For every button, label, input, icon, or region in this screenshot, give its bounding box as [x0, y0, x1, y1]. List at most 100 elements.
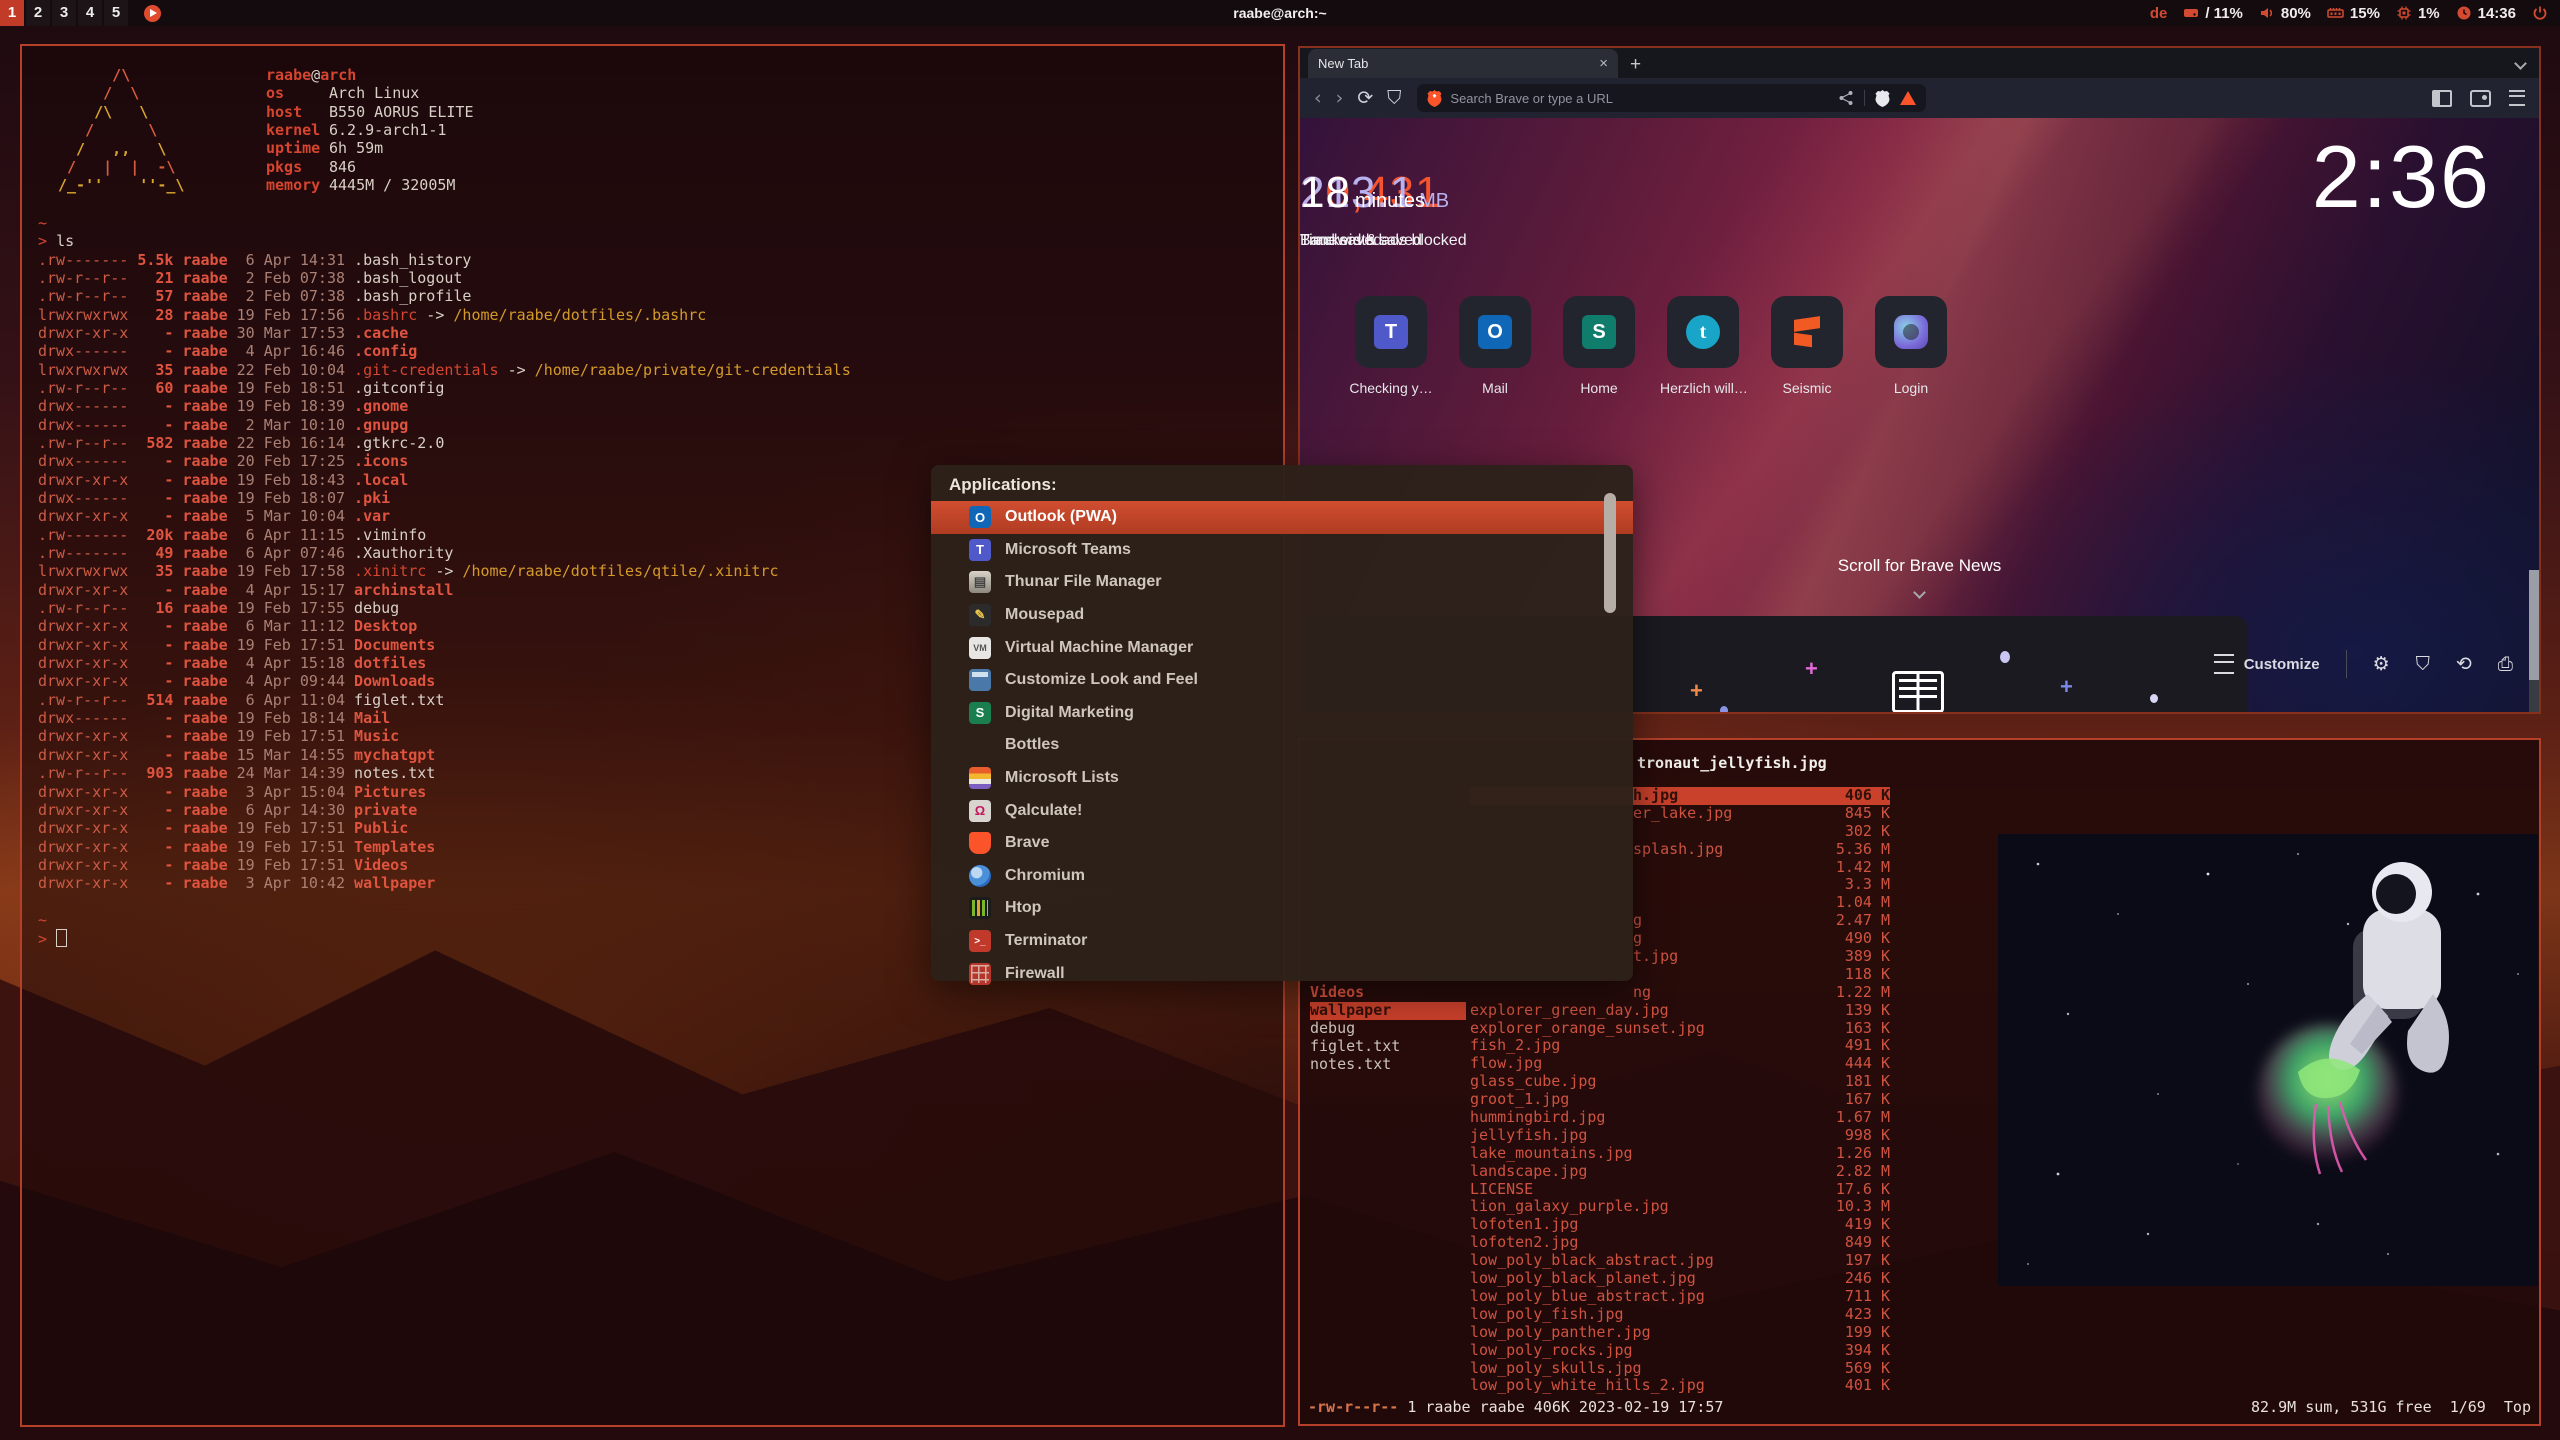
settings-gear-icon[interactable]: ⚙: [2373, 653, 2390, 675]
workspace-button[interactable]: 1: [0, 0, 24, 26]
url-bar[interactable]: Search Brave or type a URL: [1417, 84, 1925, 112]
digital-marketing-icon: S: [969, 702, 991, 724]
workspace-button[interactable]: 2: [26, 0, 50, 26]
neofetch-field: pkgs846: [266, 158, 474, 176]
tab-search-chevron-icon[interactable]: [2514, 57, 2527, 70]
menu-icon[interactable]: [2509, 90, 2525, 106]
volume-icon[interactable]: [2259, 5, 2275, 21]
ls-row: .rw-r--r--21 raabe 2 Feb 07:38 .bash_log…: [38, 269, 1267, 287]
tab-close-icon[interactable]: ×: [1599, 55, 1608, 72]
ranger-file-row[interactable]: explorer_orange_sunset.jpg163 K: [1470, 1020, 1890, 1038]
shield-stat: 18minutes Time saved: [1300, 168, 1425, 250]
ranger-sidebar-item[interactable]: figlet.txt: [1306, 1038, 1466, 1056]
neofetch-field: uptime6h 59m: [266, 139, 474, 157]
ranger-file-row[interactable]: low_poly_panther.jpg199 K: [1470, 1324, 1890, 1342]
launcher-item[interactable]: Bottles: [931, 729, 1633, 762]
ranger-file-row[interactable]: fish_2.jpg491 K: [1470, 1037, 1890, 1055]
history-icon[interactable]: ⟲: [2456, 653, 2472, 675]
top-site-tile[interactable]: Login: [1868, 296, 1954, 396]
launcher-item-label: Chromium: [1005, 867, 1085, 885]
new-tab-button[interactable]: +: [1630, 52, 1641, 78]
ranger-file-row[interactable]: low_poly_skulls.jpg569 K: [1470, 1360, 1890, 1378]
keyboard-layout-indicator[interactable]: de: [2150, 5, 2168, 22]
launcher-item[interactable]: >_ Terminator: [931, 925, 1633, 958]
launcher-item[interactable]: ▤ Thunar File Manager: [931, 566, 1633, 599]
arch-ascii-logo: /\ / \ /\ \ / \ / ,, \ / | | -\/_-'' ''-…: [58, 66, 248, 195]
top-site-tile[interactable]: T Checking y…: [1348, 296, 1434, 396]
power-icon[interactable]: [2532, 5, 2548, 21]
back-icon[interactable]: ‹: [1314, 87, 1322, 109]
launcher-item[interactable]: Htop: [931, 892, 1633, 925]
tumblr-icon: t: [1686, 315, 1720, 349]
brave-rewards-icon[interactable]: [1900, 91, 1916, 105]
neofetch-user-host: raabe@arch: [266, 66, 474, 84]
launcher-item[interactable]: Chromium: [931, 860, 1633, 893]
launcher-item-label: Firewall: [1005, 965, 1065, 983]
launcher-item[interactable]: VM Virtual Machine Manager: [931, 631, 1633, 664]
sliders-icon: [2214, 654, 2234, 674]
play-icon[interactable]: [144, 5, 161, 22]
ranger-file-row[interactable]: lofoten2.jpg849 K: [1470, 1234, 1890, 1252]
launcher-item[interactable]: S Digital Marketing: [931, 697, 1633, 730]
ranger-file-row[interactable]: glass_cube.jpg181 K: [1470, 1073, 1890, 1091]
status-tray: de / 11% 80% 15% 1% 14:36: [2150, 5, 2560, 22]
ranger-file-row[interactable]: flow.jpg444 K: [1470, 1055, 1890, 1073]
screen-capture-icon[interactable]: ⎙: [2498, 653, 2513, 675]
chevron-down-icon[interactable]: [1913, 586, 1926, 599]
ranger-file-row[interactable]: hummingbird.jpg1.67 M: [1470, 1109, 1890, 1127]
neofetch-field: kernel6.2.9-arch1-1: [266, 121, 474, 139]
memory-icon: [2327, 5, 2344, 21]
launcher-item-label: Htop: [1005, 899, 1041, 917]
workspace-button[interactable]: 5: [104, 0, 128, 26]
workspace-button[interactable]: 4: [78, 0, 102, 26]
ranger-file-row[interactable]: low_poly_white_hills_2.jpg401 K: [1470, 1377, 1890, 1395]
ranger-sidebar-item[interactable]: notes.txt: [1306, 1056, 1466, 1074]
launcher-scrollbar[interactable]: [1604, 493, 1616, 613]
customize-button[interactable]: Customize: [2214, 654, 2320, 674]
ranger-file-row[interactable]: groot_1.jpg167 K: [1470, 1091, 1890, 1109]
ranger-file-row[interactable]: low_poly_blue_abstract.jpg711 K: [1470, 1288, 1890, 1306]
volume-level: 80%: [2281, 5, 2311, 22]
sharepoint-icon: S: [1582, 315, 1616, 349]
share-icon[interactable]: [1838, 90, 1854, 106]
bookmark-icon[interactable]: ⛉: [1387, 87, 1401, 109]
launcher-item[interactable]: Brave: [931, 827, 1633, 860]
top-site-tile[interactable]: Seismic: [1764, 296, 1850, 396]
launcher-item[interactable]: Ω Qalculate!: [931, 794, 1633, 827]
ranger-file-row[interactable]: low_poly_fish.jpg423 K: [1470, 1306, 1890, 1324]
ranger-file-row[interactable]: landscape.jpg2.82 M: [1470, 1163, 1890, 1181]
ranger-file-row[interactable]: low_poly_black_planet.jpg246 K: [1470, 1270, 1890, 1288]
reload-icon[interactable]: ⟳: [1357, 87, 1373, 109]
launcher-item[interactable]: T Microsoft Teams: [931, 534, 1633, 567]
ranger-file-row[interactable]: explorer_green_day.jpg139 K: [1470, 1002, 1890, 1020]
app-launcher[interactable]: Applications: O Outlook (PWA) T Microsof…: [931, 465, 1633, 981]
launcher-item[interactable]: Customize Look and Feel: [931, 664, 1633, 697]
forward-icon[interactable]: ›: [1336, 87, 1344, 109]
ranger-file-row[interactable]: jellyfish.jpg998 K: [1470, 1127, 1890, 1145]
ranger-file-row[interactable]: low_poly_black_abstract.jpg197 K: [1470, 1252, 1890, 1270]
wallet-icon[interactable]: [2470, 90, 2491, 107]
launcher-item[interactable]: Microsoft Lists: [931, 762, 1633, 795]
ranger-sidebar-item[interactable]: debug: [1306, 1020, 1466, 1038]
sidebar-toggle-icon[interactable]: [2432, 90, 2452, 107]
top-site-tile[interactable]: t Herzlich will…: [1660, 296, 1746, 396]
firewall-icon: [969, 963, 991, 985]
top-site-tile[interactable]: S Home: [1556, 296, 1642, 396]
bookmarks-icon[interactable]: ⛉: [2416, 653, 2430, 675]
launcher-item[interactable]: Firewall: [931, 957, 1633, 990]
ranger-sidebar-item[interactable]: wallpaper: [1306, 1002, 1466, 1020]
ranger-file-row[interactable]: low_poly_rocks.jpg394 K: [1470, 1342, 1890, 1360]
ranger-file-row[interactable]: lion_galaxy_purple.jpg10.3 M: [1470, 1198, 1890, 1216]
launcher-item[interactable]: O Outlook (PWA): [931, 501, 1633, 534]
workspace-button[interactable]: 3: [52, 0, 76, 26]
top-site-tile[interactable]: O Mail: [1452, 296, 1538, 396]
launcher-item[interactable]: ✎ Mousepad: [931, 599, 1633, 632]
brave-shields-icon[interactable]: [1875, 90, 1890, 107]
tab-new-tab[interactable]: New Tab×: [1308, 49, 1618, 78]
ranger-file-row[interactable]: LICENSE17.6 K: [1470, 1181, 1890, 1199]
ranger-file-row[interactable]: lake_mountains.jpg1.26 M: [1470, 1145, 1890, 1163]
terminal-cursor: [56, 929, 67, 947]
launcher-item-label: Terminator: [1005, 932, 1087, 950]
ranger-file-row[interactable]: lofoten1.jpg419 K: [1470, 1216, 1890, 1234]
browser-scrollbar-thumb[interactable]: [2529, 570, 2539, 680]
